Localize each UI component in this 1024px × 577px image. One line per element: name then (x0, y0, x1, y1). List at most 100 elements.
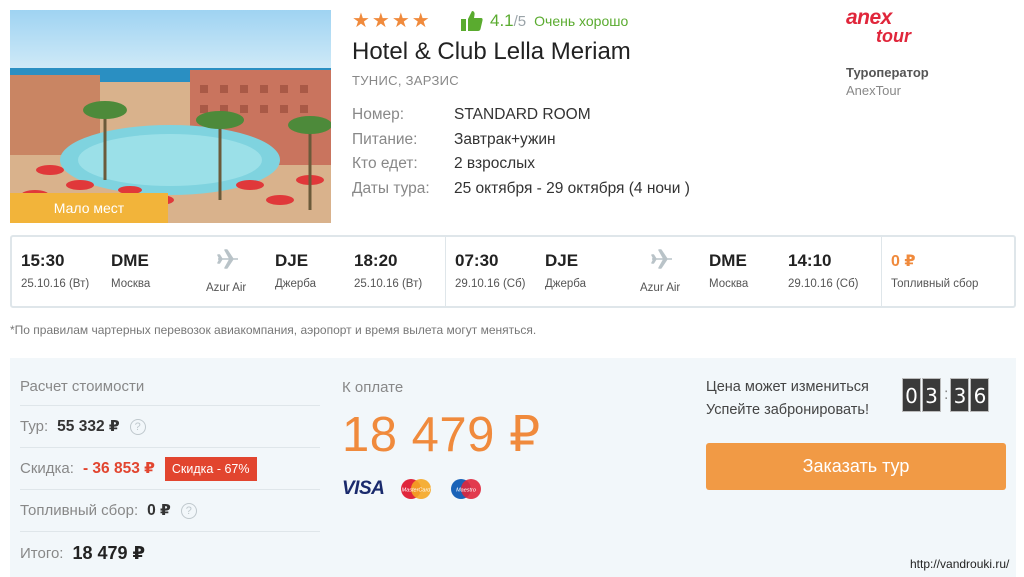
airport-code: DME (111, 251, 149, 270)
rating-value: 4.1 (490, 11, 514, 30)
plane-icon (651, 249, 672, 269)
departure-date: 29.10.16 (Сб) (455, 278, 526, 290)
calc-label: Тур: (20, 418, 49, 435)
price-change-line-1: Цена может измениться (706, 379, 869, 395)
timer-separator: : (944, 386, 949, 403)
tour-price: 55 332 ₽ (57, 418, 120, 435)
mastercard-icon: MasterCard (401, 479, 432, 499)
discount-badge: Скидка - 67% (164, 456, 257, 481)
calc-label: Скидка: (20, 460, 74, 477)
flight-outbound: 15:30 25.10.16 (Вт) DME Москва Azur Air … (12, 237, 446, 306)
detail-value: STANDARD ROOM (454, 106, 591, 124)
fuel-fee-value: 0 ₽ (891, 253, 916, 270)
detail-label: Питание: (352, 130, 418, 148)
calc-title: Расчет стоимости (20, 378, 320, 406)
hotel-image (10, 10, 331, 223)
airport-city: Джерба (275, 278, 316, 290)
arrival-date: 25.10.16 (Вт) (354, 278, 423, 290)
svg-text:MasterCard: MasterCard (402, 488, 432, 494)
operator-label: Туроператор (846, 65, 929, 80)
flights-block: 15:30 25.10.16 (Вт) DME Москва Azur Air … (10, 235, 1016, 308)
calc-row-total: Итого: 18 479 ₽ (20, 532, 320, 574)
total-price: 18 479 ₽ (72, 542, 146, 563)
flight-return: 07:30 29.10.16 (Сб) DJE Джерба Azur Air … (446, 237, 882, 306)
calc-label: Топливный сбор: (20, 502, 139, 519)
departure-time: 15:30 (21, 251, 65, 270)
outbound-arrival: 18:20 25.10.16 (Вт) (354, 251, 422, 290)
detail-travelers: Кто едет: 2 взрослых (352, 152, 690, 177)
airport-city: Москва (709, 278, 749, 290)
airport-code: DJE (275, 251, 309, 270)
pay-amount: 18 479 ₽ (342, 408, 541, 462)
few-places-badge: Мало мест (10, 193, 168, 223)
detail-value: 25 октября - 29 октября (4 ночи ) (454, 179, 690, 197)
detail-value: 2 взрослых (454, 155, 536, 173)
detail-dates: Даты тура: 25 октября - 29 октября (4 но… (352, 177, 690, 202)
thumbs-up-icon (461, 11, 483, 31)
price-panel: Расчет стоимости Тур: 55 332 ₽ ? Скидка:… (10, 358, 1016, 577)
maestro-icon: Maestro (451, 479, 482, 499)
arrival-time: 18:20 (354, 251, 398, 270)
detail-meals: Питание: Завтрак+ужин (352, 128, 690, 153)
departure-time: 07:30 (455, 251, 499, 270)
departure-date: 25.10.16 (Вт) (21, 278, 90, 290)
detail-label: Номер: (352, 106, 405, 124)
payment-cards: VISA MasterCard Maestro (342, 477, 484, 501)
timer-digit: 3 (922, 378, 941, 412)
airline-name: Azur Air (206, 282, 247, 294)
fuel-fee: 0 ₽ Топливный сбор (891, 251, 978, 290)
detail-label: Даты тура: (352, 179, 430, 197)
calc-row-tour: Тур: 55 332 ₽ ? (20, 406, 320, 448)
calc-row-discount: Скидка: - 36 853 ₽ Скидка - 67% (20, 448, 320, 490)
outbound-to: DJE Джерба (275, 251, 316, 290)
rating-scale: /5 (513, 12, 527, 30)
operator-logo: anex tour (846, 6, 916, 46)
return-to: DME Москва (709, 251, 748, 290)
fuel-fee-label: Топливный сбор (891, 278, 979, 290)
price-change-line-2: Успейте забронировать! (706, 402, 869, 418)
watermark-url: http://vandrouki.ru/ (910, 557, 1010, 571)
return-from: DJE Джерба (545, 251, 586, 290)
operator-name: AnexTour (846, 83, 901, 98)
outbound-departure: 15:30 25.10.16 (Вт) (21, 251, 89, 290)
timer-digit: 3 (950, 378, 970, 412)
return-arrival: 14:10 29.10.16 (Сб) (788, 251, 859, 290)
help-icon[interactable]: ? (129, 418, 146, 435)
arrival-date: 29.10.16 (Сб) (788, 278, 859, 290)
order-tour-button[interactable]: Заказать тур (706, 443, 1006, 490)
timer-digit: 6 (970, 378, 990, 412)
outbound-from: DME Москва (111, 251, 150, 290)
airport-city: Джерба (545, 278, 586, 290)
hotel-rating: 4.1/5 Очень хорошо (460, 10, 628, 32)
pay-label: К оплате (342, 379, 404, 396)
discount-amount: - 36 853 ₽ (82, 460, 155, 477)
price-calculation: Расчет стоимости Тур: 55 332 ₽ ? Скидка:… (20, 378, 320, 574)
airline-name: Azur Air (640, 282, 681, 294)
airport-code: DJE (545, 251, 579, 270)
calc-row-fuel: Топливный сбор: 0 ₽ ? (20, 490, 320, 532)
charter-note: *По правилам чартерных перевозок авиаком… (10, 323, 537, 337)
plane-icon (217, 249, 238, 269)
detail-value: Завтрак+ужин (454, 130, 556, 148)
svg-text:Maestro: Maestro (456, 488, 476, 494)
arrival-time: 14:10 (788, 251, 832, 270)
fuel-fee-amount: 0 ₽ (147, 502, 171, 519)
price-change-note: Цена может измениться Успейте заброниров… (706, 376, 869, 422)
tour-details: Номер: STANDARD ROOM Питание: Завтрак+уж… (352, 103, 690, 201)
logo-text-bottom: tour (876, 26, 911, 46)
hotel-location: ТУНИС, ЗАРЗИС (352, 73, 459, 88)
hotel-stars: ★★★★ (352, 10, 432, 32)
help-icon[interactable]: ? (180, 502, 197, 519)
airport-code: DME (709, 251, 747, 270)
hotel-photo[interactable]: Мало мест (10, 10, 331, 223)
detail-label: Кто едет: (352, 155, 418, 173)
calc-label: Итого: (20, 544, 64, 562)
timer-digit: 0 (902, 378, 921, 412)
visa-icon: VISA (342, 478, 385, 499)
rating-text: Очень хорошо (534, 13, 629, 29)
logo-text-top: anex (846, 6, 892, 29)
hotel-name[interactable]: Hotel & Club Lella Meriam (352, 38, 631, 66)
return-departure: 07:30 29.10.16 (Сб) (455, 251, 526, 290)
fuel-fee-cell: 0 ₽ Топливный сбор (882, 237, 1014, 306)
airport-city: Москва (111, 278, 151, 290)
